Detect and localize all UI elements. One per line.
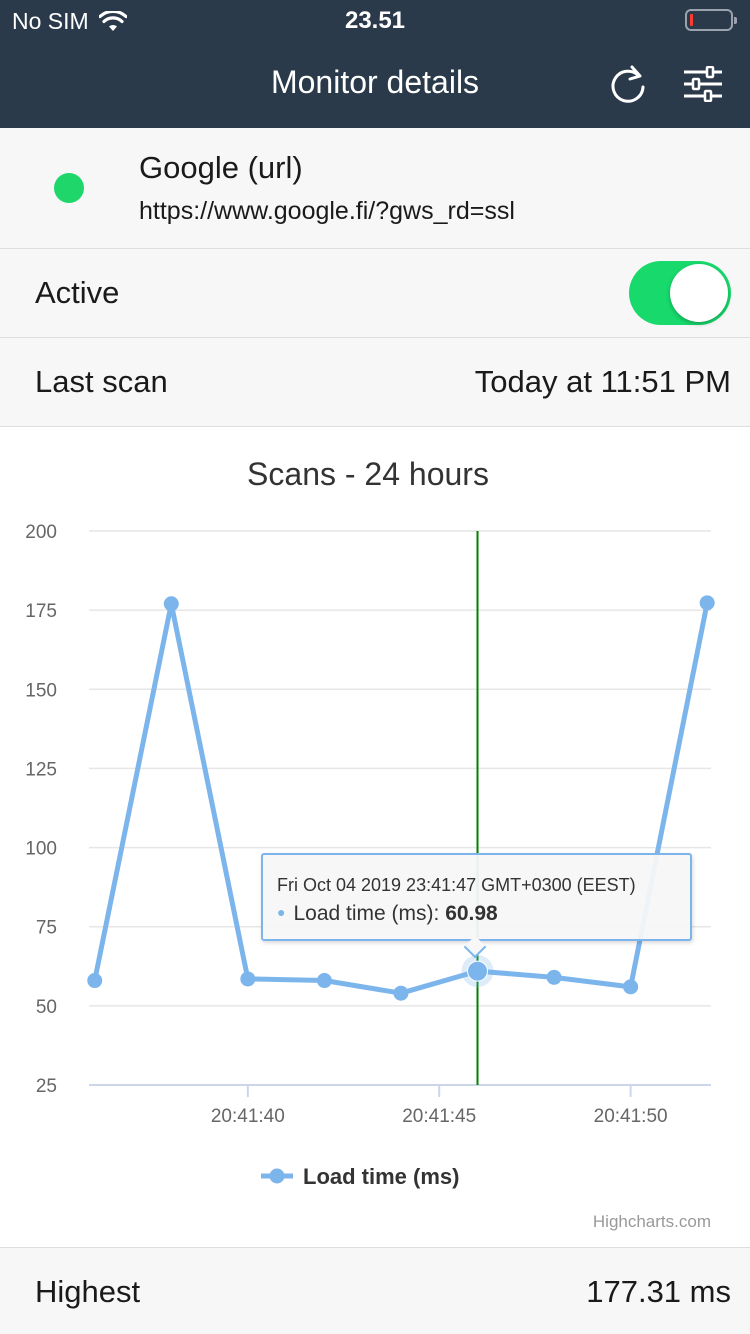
tooltip-value: 60.98	[445, 902, 498, 925]
status-indicator	[54, 173, 84, 203]
status-time: 23.51	[344, 7, 406, 34]
battery-level	[690, 14, 693, 26]
last-scan-row: Last scan Today at 11:51 PM	[0, 338, 750, 427]
data-point[interactable]	[87, 973, 103, 989]
legend-label[interactable]: Load time (ms)	[303, 1164, 459, 1189]
last-scan-value: Today at 11:51 PM	[474, 364, 731, 399]
tooltip-date: Fri Oct 04 2019 23:41:47 GMT+0300 (EEST)	[277, 875, 636, 895]
monitor-url: https://www.google.fi/?gws_rd=ssl	[139, 197, 515, 225]
active-toggle[interactable]	[629, 261, 731, 325]
x-tick-label: 20:41:40	[211, 1106, 285, 1127]
refresh-button[interactable]	[602, 58, 654, 110]
data-point[interactable]	[467, 960, 489, 982]
load-time-chart[interactable]: Scans - 24 hours 200 175 150 125 100 75 50 25 2…	[0, 427, 750, 1248]
legend-symbol-marker	[269, 1168, 285, 1184]
nav-bar: Monitor details	[0, 40, 750, 128]
sliders-icon	[684, 66, 722, 102]
data-point[interactable]	[393, 985, 409, 1001]
last-scan-label: Last scan	[35, 364, 168, 399]
chart-credits[interactable]: Highcharts.com	[593, 1212, 711, 1231]
settings-button[interactable]	[677, 58, 729, 110]
data-point[interactable]	[546, 969, 562, 985]
active-row: Active	[0, 249, 750, 338]
status-bar: No SIM 23.51	[0, 0, 750, 40]
data-point[interactable]	[240, 971, 256, 987]
battery-low-icon	[685, 9, 737, 31]
chart-x-axis: 20:41:40 20:41:45 20:41:50	[211, 1085, 668, 1127]
y-tick-label: 175	[25, 601, 57, 622]
highest-label: Highest	[35, 1274, 141, 1309]
y-tick-label: 125	[25, 759, 57, 780]
monitor-name: Google (url)	[139, 150, 303, 185]
y-tick-label: 75	[36, 918, 57, 939]
highest-row: Highest 177.31 ms	[0, 1248, 750, 1334]
monitor-info: Google (url) https://www.google.fi/?gws_…	[0, 128, 750, 249]
y-tick-label: 100	[25, 839, 57, 860]
data-point[interactable]	[163, 596, 179, 612]
y-tick-label: 25	[36, 1076, 57, 1097]
x-tick-label: 20:41:45	[402, 1106, 476, 1127]
toggle-knob	[670, 264, 728, 322]
data-point[interactable]	[699, 595, 715, 611]
refresh-icon	[611, 65, 645, 103]
chart-panel: Scans - 24 hours 200 175 150 125 100 75 50 25 2…	[0, 427, 750, 1248]
chart-legend[interactable]: Load time (ms)	[261, 1164, 459, 1189]
chart-title: Scans - 24 hours	[247, 456, 489, 492]
highest-value: 177.31 ms	[586, 1274, 731, 1309]
y-tick-label: 150	[25, 680, 57, 701]
tooltip-value-line: ● Load time (ms): 60.98	[277, 902, 498, 926]
x-tick-label: 20:41:50	[594, 1106, 668, 1127]
tooltip-label: Load time (ms):	[293, 902, 440, 925]
data-point[interactable]	[623, 979, 639, 995]
tooltip-bullet-icon: ●	[277, 904, 286, 920]
y-tick-label: 50	[36, 997, 57, 1018]
data-point[interactable]	[316, 973, 332, 989]
active-label: Active	[35, 275, 120, 310]
chart-tooltip: Fri Oct 04 2019 23:41:47 GMT+0300 (EEST)…	[261, 853, 692, 959]
y-tick-label: 200	[25, 522, 57, 543]
